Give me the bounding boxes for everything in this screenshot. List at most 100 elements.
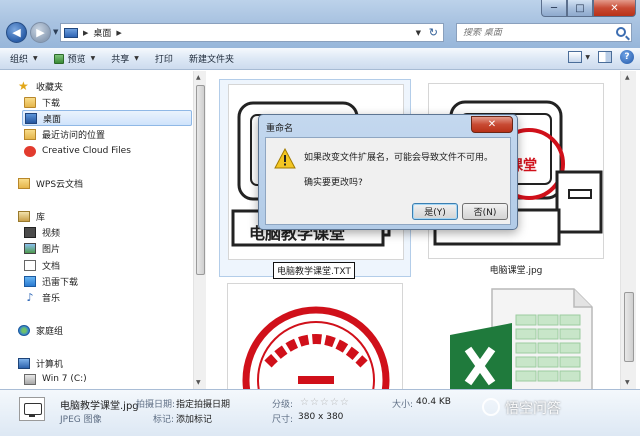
- organize-button[interactable]: 组织 ▼: [4, 50, 44, 68]
- print-button[interactable]: 打印: [149, 50, 179, 68]
- scrollbar-thumb[interactable]: [624, 292, 634, 362]
- details-tag-label: 标记:: [153, 415, 175, 425]
- sidebar-item-videos[interactable]: 视频: [24, 224, 60, 240]
- details-tag-value[interactable]: 添加标记: [176, 412, 212, 425]
- navigation-scrollbar[interactable]: ▲ ▼: [193, 71, 206, 389]
- address-bar[interactable]: ▶ 桌面 ▶ ▼ ↻: [60, 23, 444, 42]
- file-tile[interactable]: [227, 283, 403, 389]
- sidebar-item-wps[interactable]: WPS云文档: [18, 175, 83, 191]
- rename-input[interactable]: 电脑教学课堂.TXT: [273, 262, 355, 279]
- sidebar-item-label: 文档: [42, 261, 61, 272]
- back-button[interactable]: ◀: [6, 22, 27, 43]
- refresh-icon[interactable]: ↻: [429, 26, 438, 39]
- close-button[interactable]: ✕: [593, 0, 636, 17]
- scrollbar-thumb[interactable]: [196, 85, 205, 275]
- breadcrumb-desktop[interactable]: 桌面: [93, 26, 111, 39]
- minimize-button[interactable]: ─: [541, 0, 567, 17]
- desktop-icon: [25, 112, 37, 124]
- title-bar: ─ □ ✕ ◀ ▶ ▼ ▶ 桌面 ▶ ▼ ↻: [0, 0, 640, 48]
- content-scrollbar[interactable]: ▲ ▼: [620, 71, 636, 389]
- sidebar-libraries[interactable]: 库: [18, 208, 45, 224]
- preview-pane-icon[interactable]: [598, 51, 612, 63]
- sidebar-item-label: 迅雷下载: [42, 277, 79, 288]
- watermark: 悟空问答: [505, 401, 561, 417]
- details-size-label: 大小:: [392, 400, 414, 410]
- sidebar-item-label: 图片: [42, 244, 61, 255]
- navigation-pane: ★ 收藏夹 下载 桌面 最近访问的位置 Creative Cloud Files …: [0, 71, 206, 389]
- partial-label: [256, 71, 356, 72]
- dialog-close-button[interactable]: ✕: [471, 116, 513, 133]
- search-input[interactable]: [463, 27, 613, 38]
- view-options-icon[interactable]: [568, 51, 583, 63]
- yes-button[interactable]: 是(Y): [412, 203, 458, 220]
- arrow-right-icon: ▶: [36, 26, 45, 39]
- preview-label: 预览: [67, 55, 86, 65]
- no-button[interactable]: 否(N): [462, 203, 508, 220]
- new-folder-label: 新建文件夹: [188, 55, 234, 65]
- chevron-right-icon[interactable]: ▶: [116, 29, 121, 37]
- command-bar: 组织 ▼ 预览 ▼ 共享 ▼ 打印 新建文件夹 ▼ ?: [0, 48, 640, 70]
- scroll-down-icon[interactable]: ▼: [625, 379, 630, 386]
- sidebar-item-creative-cloud[interactable]: Creative Cloud Files: [24, 143, 131, 159]
- rename-dialog: 重命名 ✕ 如果改变文件扩展名，可能会导致文件不可用。 确实要更改吗? 是(Y)…: [258, 114, 518, 230]
- organize-label: 组织: [10, 55, 29, 65]
- share-label: 共享: [111, 55, 130, 65]
- file-thumbnail: [227, 283, 403, 389]
- sidebar-item-desktop[interactable]: 桌面: [22, 110, 192, 126]
- details-date-value[interactable]: 指定拍摄日期: [176, 397, 230, 410]
- preview-button[interactable]: 预览 ▼: [48, 50, 102, 68]
- scroll-up-icon[interactable]: ▲: [625, 74, 630, 81]
- sidebar-item-label: WPS云文档: [36, 179, 84, 190]
- sidebar-item-label: Win 7 (C:): [42, 374, 87, 384]
- history-dropdown-icon[interactable]: ▼: [53, 28, 58, 36]
- sidebar-item-drive-c[interactable]: Win 7 (C:): [24, 371, 87, 387]
- forward-button[interactable]: ▶: [30, 22, 51, 43]
- address-dropdown-icon[interactable]: ▼: [416, 29, 421, 37]
- chevron-down-icon[interactable]: ▼: [585, 54, 590, 61]
- dialog-question: 确实要更改吗?: [304, 178, 363, 188]
- watermark-logo-icon: [482, 398, 500, 416]
- chevron-right-icon[interactable]: ▶: [83, 29, 88, 37]
- sidebar-item-pictures[interactable]: 图片: [24, 240, 60, 256]
- new-folder-button[interactable]: 新建文件夹: [183, 50, 240, 68]
- scroll-up-icon[interactable]: ▲: [196, 74, 201, 81]
- search-icon[interactable]: [616, 27, 626, 37]
- sidebar-item-thunder[interactable]: 迅雷下载: [24, 273, 78, 289]
- warning-icon: [274, 148, 296, 169]
- share-button[interactable]: 共享 ▼: [105, 50, 145, 68]
- help-icon[interactable]: ?: [620, 50, 634, 64]
- explorer-window: ─ □ ✕ ◀ ▶ ▼ ▶ 桌面 ▶ ▼ ↻ 组织 ▼ 预览 ▼ 共享 ▼: [0, 0, 640, 436]
- creative-cloud-icon: [24, 145, 36, 157]
- sidebar-item-label: 收藏夹: [36, 82, 64, 93]
- sidebar-item-label: 桌面: [43, 114, 62, 125]
- sidebar-item-documents[interactable]: 文档: [24, 257, 60, 273]
- pictures-icon: [24, 242, 36, 254]
- dialog-message: 如果改变文件扩展名，可能会导致文件不可用。: [304, 153, 494, 163]
- rating-stars[interactable]: ☆☆☆☆☆: [300, 397, 350, 408]
- sidebar-item-downloads[interactable]: 下载: [24, 94, 60, 110]
- sidebar-item-label: 视频: [42, 228, 61, 239]
- details-dims-label: 尺寸:: [272, 415, 294, 425]
- details-rating-label: 分级:: [272, 400, 294, 410]
- chevron-down-icon: ▼: [33, 55, 38, 62]
- drive-icon: [24, 373, 36, 385]
- computer-icon: [18, 357, 30, 369]
- sidebar-item-computer[interactable]: 计算机: [18, 355, 63, 371]
- view-controls: ▼ ?: [568, 50, 634, 64]
- sidebar-item-homegroup[interactable]: 家庭组: [18, 322, 63, 338]
- sidebar-favorites[interactable]: ★ 收藏夹: [18, 78, 63, 94]
- partial-label: [466, 71, 546, 72]
- library-icon: [18, 210, 30, 222]
- details-date-label: 拍摄日期:: [136, 400, 176, 410]
- video-icon: [24, 226, 36, 238]
- sidebar-item-recent[interactable]: 最近访问的位置: [24, 126, 105, 142]
- file-tile[interactable]: [432, 283, 608, 389]
- search-box[interactable]: [456, 23, 632, 42]
- maximize-button[interactable]: □: [567, 0, 593, 17]
- scroll-down-icon[interactable]: ▼: [196, 379, 201, 386]
- dialog-title: 重命名: [266, 124, 294, 134]
- file-name[interactable]: 电脑课堂.jpg: [428, 263, 604, 276]
- details-filetype: JPEG 图像: [60, 415, 102, 425]
- sidebar-item-label: 库: [36, 212, 46, 223]
- sidebar-item-music[interactable]: ♪ 音乐: [24, 289, 60, 305]
